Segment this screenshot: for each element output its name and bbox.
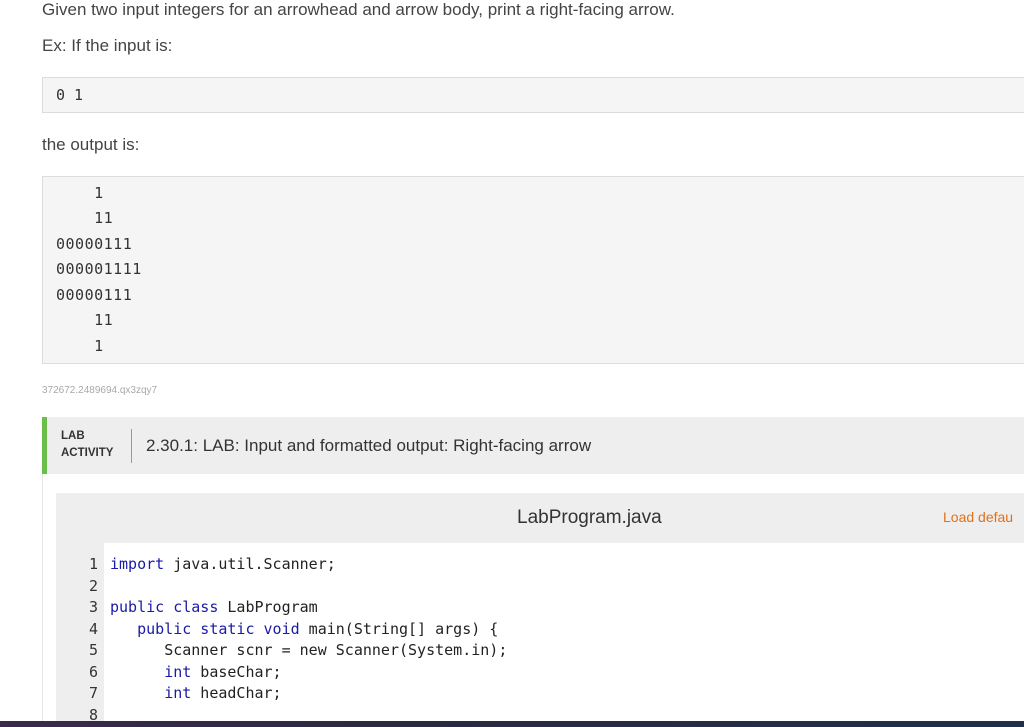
editor-file-bar: LabProgram.java Load defau xyxy=(56,493,1024,543)
bottom-window-strip xyxy=(0,721,1024,727)
code-keyword: int xyxy=(164,662,192,681)
line-number: 2 xyxy=(88,576,98,595)
output-line: 11 xyxy=(56,209,114,227)
code-line[interactable]: import java.util.Scanner; xyxy=(110,555,336,573)
output-line: 00000111 xyxy=(56,235,133,253)
code-line[interactable]: int baseChar; xyxy=(110,662,281,681)
lab-activity-header: LAB ACTIVITY 2.30.1: LAB: Input and form… xyxy=(42,417,1024,474)
problem-prompt: Given two input integers for an arrowhea… xyxy=(42,0,675,19)
example-label: Ex: If the input is: xyxy=(42,36,173,55)
lab-tag-line1: LAB xyxy=(61,430,85,442)
line-number: 5 xyxy=(88,641,98,659)
lab-header-divider xyxy=(131,429,132,463)
lab-title: 2.30.1: LAB: Input and formatted output:… xyxy=(146,436,592,455)
code-line[interactable]: public static void main(String[] args) { xyxy=(110,620,498,638)
line-number: 6 xyxy=(88,662,98,681)
code-keyword: public static void xyxy=(137,619,300,638)
problem-code-id: 372672.2489694.qx3zqy7 xyxy=(42,385,158,396)
output-label: the output is: xyxy=(42,135,140,154)
code-line[interactable]: Scanner scnr = new Scanner(System.in); xyxy=(110,641,507,659)
input-example-text: 0 1 xyxy=(56,86,84,104)
output-line: 1 xyxy=(56,184,104,202)
line-number: 1 xyxy=(88,555,98,573)
code-line[interactable]: public class LabProgram xyxy=(110,598,318,616)
output-line: 1 xyxy=(56,337,104,355)
lab-accent-bar xyxy=(42,417,47,474)
output-example-box: 1 11 00000111 000001111 00000111 11 1 xyxy=(42,176,1024,364)
editor-filename: LabProgram.java xyxy=(517,507,662,528)
line-number: 3 xyxy=(88,598,98,616)
output-line: 00000111 xyxy=(56,286,133,304)
output-line: 000001111 xyxy=(56,260,142,278)
code-keyword: int xyxy=(164,684,192,702)
lab-tag-line2: ACTIVITY xyxy=(61,447,114,459)
code-keyword: import xyxy=(110,555,165,573)
line-number: 7 xyxy=(88,684,98,702)
code-line[interactable]: int headChar; xyxy=(110,684,281,702)
input-example-box: 0 1 xyxy=(42,77,1024,113)
line-number: 4 xyxy=(88,619,98,638)
output-line: 11 xyxy=(56,311,114,329)
lab-activity-tag: LAB ACTIVITY xyxy=(61,428,131,462)
load-default-template-link[interactable]: Load defau xyxy=(943,509,1013,525)
code-keyword: public class xyxy=(110,598,219,616)
